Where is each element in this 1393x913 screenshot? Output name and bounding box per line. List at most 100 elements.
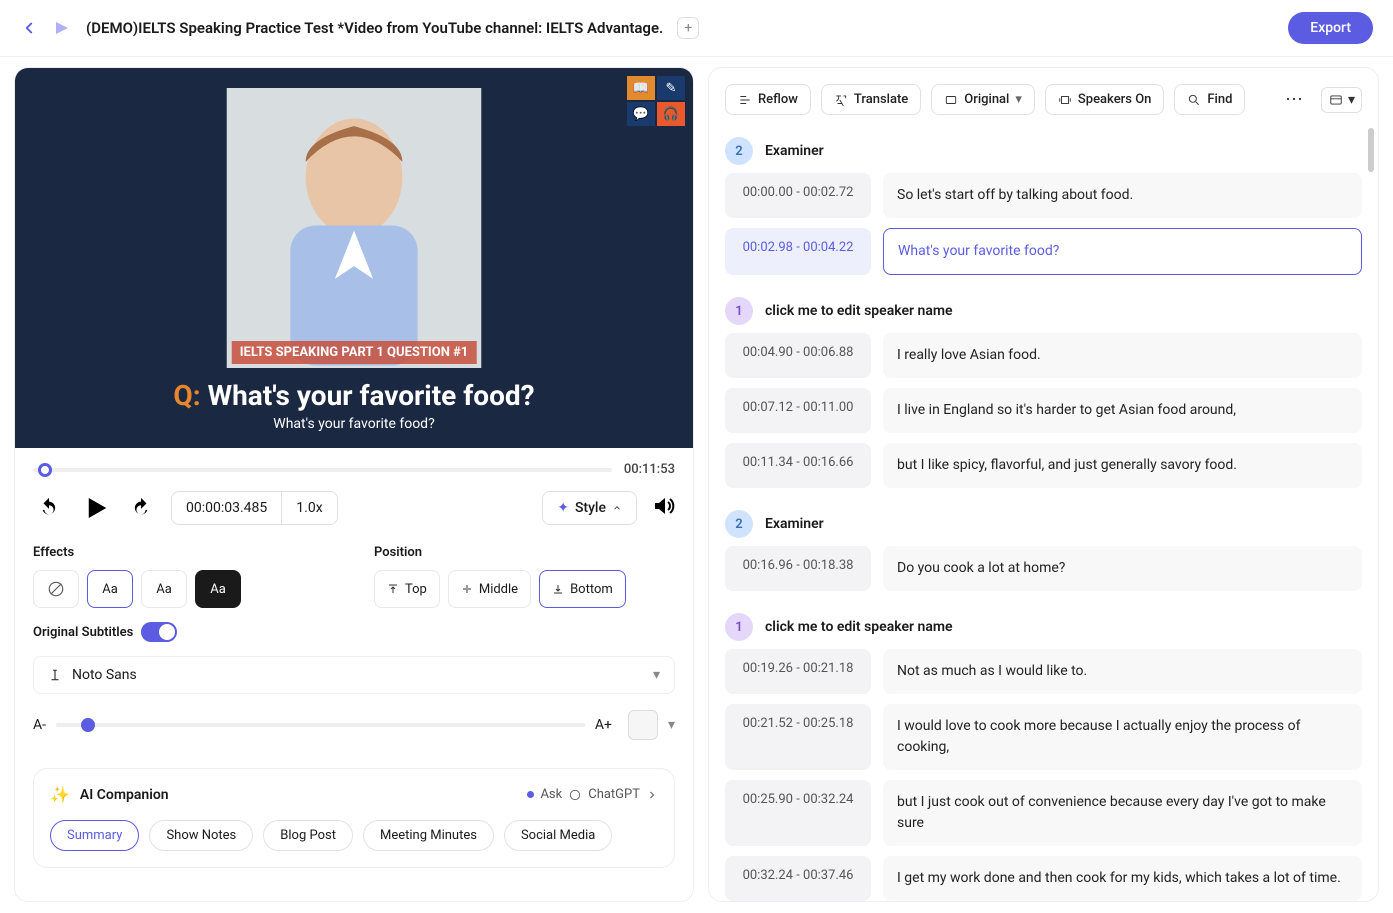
speaker-name[interactable]: click me to edit speaker name (765, 619, 953, 635)
line-text[interactable]: but I just cook out of convenience becau… (883, 780, 1362, 846)
speaker-badge: 2 (725, 137, 753, 165)
transcript-line[interactable]: 00:16.96 - 00:18.38 Do you cook a lot at … (725, 546, 1362, 591)
speaker-badge: 1 (725, 297, 753, 325)
font-size-minus[interactable]: A- (33, 717, 46, 733)
position-top[interactable]: Top (374, 570, 440, 608)
export-button[interactable]: Export (1288, 12, 1373, 44)
ask-chatgpt-link[interactable]: Ask ChatGPT (527, 787, 658, 802)
position-middle[interactable]: Middle (448, 570, 531, 608)
more-button[interactable]: ⋯ (1277, 85, 1311, 114)
speaker-name[interactable]: click me to edit speaker name (765, 303, 953, 319)
font-size-plus[interactable]: A+ (595, 717, 612, 733)
scrollbar[interactable] (1368, 128, 1374, 172)
effect-none[interactable] (33, 570, 79, 608)
transcript-line[interactable]: 00:32.24 - 00:37.46 I get my work done an… (725, 856, 1362, 901)
speakers-button[interactable]: Speakers On (1045, 84, 1164, 115)
font-icon (48, 668, 62, 682)
transcript-line[interactable]: 00:00.00 - 00:02.72 So let's start off by… (725, 173, 1362, 218)
speaker-name[interactable]: Examiner (765, 143, 824, 159)
badge-headphone-icon: 🎧 (657, 102, 685, 126)
line-text[interactable]: So let's start off by talking about food… (883, 173, 1362, 218)
line-time[interactable]: 00:25.90 - 00:32.24 (725, 780, 871, 846)
video-badges: 📖 ✎ 💬 🎧 (627, 76, 685, 126)
line-text[interactable]: I live in England so it's harder to get … (883, 388, 1362, 433)
line-text[interactable]: I get my work done and then cook for my … (883, 856, 1362, 901)
font-color-swatch[interactable] (628, 710, 658, 740)
ai-chip-social-media[interactable]: Social Media (504, 820, 612, 851)
ai-chip-blog-post[interactable]: Blog Post (263, 820, 353, 851)
forward-button[interactable] (125, 492, 157, 524)
video-caption-pill: IELTS SPEAKING PART 1 QUESTION #1 (232, 341, 477, 364)
volume-button[interactable] (651, 494, 675, 523)
line-time[interactable]: 00:21.52 - 00:25.18 (725, 704, 871, 770)
ai-chip-show-notes[interactable]: Show Notes (149, 820, 253, 851)
add-button[interactable]: + (677, 17, 699, 39)
line-text[interactable]: but I like spicy, flavorful, and just ge… (883, 443, 1362, 488)
ai-chip-summary[interactable]: Summary (50, 820, 139, 851)
font-select[interactable]: Noto Sans ▾ (33, 656, 675, 694)
chevron-down-icon: ▾ (653, 667, 660, 683)
speaker-name[interactable]: Examiner (765, 516, 824, 532)
line-time[interactable]: 00:02.98 - 00:04.22 (725, 228, 871, 275)
transcript-line[interactable]: 00:21.52 - 00:25.18I would love to cook … (725, 704, 1362, 770)
speaker-badge: 1 (725, 613, 753, 641)
ai-chip-meeting-minutes[interactable]: Meeting Minutes (363, 820, 494, 851)
line-text[interactable]: Not as much as I would like to. (883, 649, 1362, 694)
speaker-badge: 2 (725, 510, 753, 538)
font-size-slider[interactable] (56, 723, 585, 727)
sparkle-icon: ✦ (557, 500, 569, 516)
line-text[interactable]: What's your favorite food? (883, 228, 1362, 275)
video-question: Q: What's your favorite food? (173, 379, 534, 412)
chevron-down-icon: ▾ (1015, 92, 1022, 107)
header: (DEMO)IELTS Speaking Practice Test *Vide… (0, 0, 1393, 57)
video-progress[interactable] (33, 468, 612, 472)
line-time[interactable]: 00:07.12 - 00:11.00 (725, 388, 871, 433)
style-button[interactable]: ✦ Style (542, 491, 637, 525)
back-button[interactable] (20, 19, 38, 37)
view-mode-button[interactable]: ▾ (1321, 87, 1362, 113)
align-top-icon (387, 583, 399, 595)
speaker-row: 1 click me to edit speaker name (725, 285, 1362, 333)
line-time[interactable]: 00:00.00 - 00:02.72 (725, 173, 871, 218)
align-bottom-icon (552, 583, 564, 595)
transcript-line[interactable]: 00:04.90 - 00:06.88 I really love Asian f… (725, 333, 1362, 378)
position-bottom[interactable]: Bottom (539, 570, 626, 608)
line-time[interactable]: 00:04.90 - 00:06.88 (725, 333, 871, 378)
chevron-right-icon (646, 789, 658, 801)
left-panel: 📖 ✎ 💬 🎧 IELTS SPEAKING PART 1 QUESTION #… (14, 67, 694, 902)
chevron-down-icon: ▾ (1348, 92, 1355, 108)
transcript-line[interactable]: 00:07.12 - 00:11.00 I live in England so … (725, 388, 1362, 433)
effect-outline[interactable]: Aa (87, 570, 133, 608)
line-time[interactable]: 00:16.96 - 00:18.38 (725, 546, 871, 591)
line-time[interactable]: 00:19.26 - 00:21.18 (725, 649, 871, 694)
line-text[interactable]: Do you cook a lot at home? (883, 546, 1362, 591)
time-box: 00:00:03.485 1.0x (171, 491, 338, 525)
page-title[interactable]: (DEMO)IELTS Speaking Practice Test *Vide… (86, 19, 663, 37)
speed-selector[interactable]: 1.0x (282, 492, 336, 524)
transcript-line[interactable]: 00:25.90 - 00:32.24but I just cook out o… (725, 780, 1362, 846)
video-player[interactable]: 📖 ✎ 💬 🎧 IELTS SPEAKING PART 1 QUESTION #… (15, 68, 693, 448)
original-dropdown[interactable]: Original ▾ (931, 84, 1035, 115)
effect-box[interactable]: Aa (195, 570, 241, 608)
line-time[interactable]: 00:32.24 - 00:37.46 (725, 856, 871, 901)
reflow-button[interactable]: Reflow (725, 84, 811, 115)
line-time[interactable]: 00:11.34 - 00:16.66 (725, 443, 871, 488)
timecode-input[interactable]: 00:00:03.485 (172, 492, 282, 524)
badge-chat-icon: 💬 (627, 102, 655, 126)
transcript-line[interactable]: 00:11.34 - 00:16.66 but I like spicy, fla… (725, 443, 1362, 488)
effect-normal[interactable]: Aa (141, 570, 187, 608)
translate-button[interactable]: Translate (821, 84, 921, 115)
transcript-toolbar: Reflow Translate Original ▾ Speakers On … (709, 68, 1378, 125)
orig-subtitles-toggle[interactable] (141, 622, 177, 642)
ai-title: AI Companion (80, 787, 169, 803)
transcript-line[interactable]: 00:19.26 - 00:21.18 Not as much as I woul… (725, 649, 1362, 694)
rewind-button[interactable] (33, 492, 65, 524)
badge-pen-icon: ✎ (657, 76, 685, 100)
find-button[interactable]: Find (1174, 84, 1245, 115)
play-button[interactable] (79, 492, 111, 524)
right-panel: Reflow Translate Original ▾ Speakers On … (708, 67, 1379, 902)
chevron-down-icon: ▾ (668, 717, 675, 733)
transcript-line[interactable]: 00:02.98 - 00:04.22 What's your favorite … (725, 228, 1362, 275)
line-text[interactable]: I really love Asian food. (883, 333, 1362, 378)
line-text[interactable]: I would love to cook more because I actu… (883, 704, 1362, 770)
